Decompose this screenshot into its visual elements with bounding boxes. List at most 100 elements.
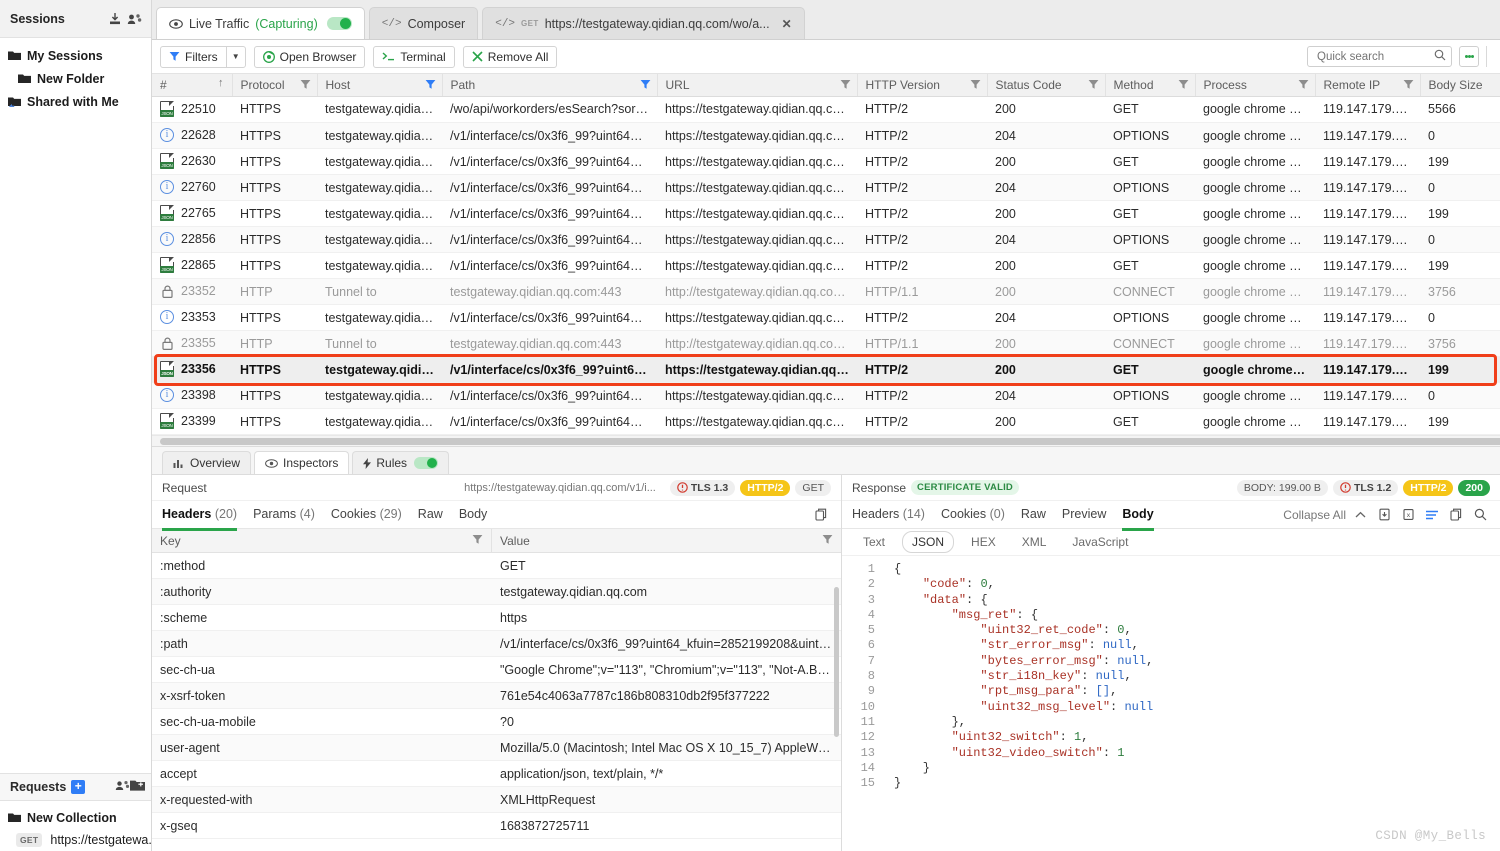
tab-request-url[interactable]: </> GET https://testgateway.qidian.qq.co… bbox=[482, 7, 805, 39]
filter-icon[interactable] bbox=[300, 79, 311, 93]
tab-composer[interactable]: </> Composer bbox=[368, 7, 479, 39]
filter-icon[interactable] bbox=[1403, 79, 1414, 93]
rules-toggle[interactable] bbox=[414, 457, 439, 469]
header-row[interactable]: accept application/json, text/plain, */* bbox=[152, 761, 841, 787]
horizontal-scrollbar[interactable] bbox=[152, 435, 1500, 446]
subtab-body[interactable]: Body bbox=[1122, 507, 1154, 531]
more-options-button[interactable] bbox=[1459, 46, 1479, 67]
col-protocol[interactable]: Protocol bbox=[232, 74, 318, 97]
col-process[interactable]: Process bbox=[1195, 74, 1316, 97]
table-row[interactable]: i 22856 HTTPS testgateway.qidian.q.../v1/in… bbox=[152, 226, 1500, 253]
col-host[interactable]: Host bbox=[317, 74, 443, 97]
import-icon[interactable] bbox=[106, 10, 123, 27]
col-path[interactable]: Path bbox=[442, 74, 658, 97]
format-json[interactable]: JSON bbox=[902, 531, 955, 553]
request-collection[interactable]: New Collection bbox=[0, 806, 151, 829]
subtab-cookies[interactable]: Cookies (29) bbox=[331, 507, 402, 523]
search-icon[interactable] bbox=[1470, 506, 1490, 524]
sidebar-item-new-folder[interactable]: New Folder bbox=[0, 67, 151, 90]
table-row[interactable]: i 23398 HTTPS testgateway.qidian.q.../v1/in… bbox=[152, 382, 1500, 409]
table-row[interactable]: i 22628 HTTPS testgateway.qidian.q.../v1/in… bbox=[152, 122, 1500, 149]
tab-overview[interactable]: Overview bbox=[162, 451, 252, 474]
search-input[interactable] bbox=[1315, 49, 1434, 64]
image-icon[interactable]: x bbox=[1398, 506, 1418, 524]
tab-rules[interactable]: Rules bbox=[352, 451, 450, 474]
new-folder-icon[interactable] bbox=[130, 779, 145, 795]
chevron-up-icon[interactable] bbox=[1350, 506, 1370, 524]
col-remote-ip[interactable]: Remote IP bbox=[1315, 74, 1421, 97]
header-row[interactable]: x-gseq 1683872725711 bbox=[152, 813, 841, 839]
filter-icon[interactable] bbox=[970, 79, 981, 93]
table-row[interactable]: i 22760 HTTPS testgateway.qidian.q.../v1/in… bbox=[152, 174, 1500, 201]
filter-icon[interactable] bbox=[472, 534, 483, 548]
tab-live-traffic[interactable]: Live Traffic (Capturing) bbox=[156, 7, 365, 39]
filters-button[interactable]: Filters ▼ bbox=[160, 45, 246, 68]
filter-icon[interactable] bbox=[822, 534, 833, 548]
subtab-raw[interactable]: Raw bbox=[1021, 507, 1046, 523]
table-row[interactable]: 23352 HTTP Tunnel to testgateway.qidian.qq.… bbox=[152, 278, 1500, 305]
subtab-body[interactable]: Body bbox=[459, 507, 488, 523]
col-method[interactable]: Method bbox=[1105, 74, 1196, 97]
header-row[interactable]: :path/v1/interface/cs/0x3f6_99?uint64_kf… bbox=[152, 631, 841, 657]
subtab-cookies[interactable]: Cookies (0) bbox=[941, 507, 1005, 523]
quick-search[interactable] bbox=[1307, 46, 1452, 67]
col-status-code[interactable]: Status Code bbox=[987, 74, 1106, 97]
header-row[interactable]: x-requested-with XMLHttpRequest bbox=[152, 787, 841, 813]
subtab-raw[interactable]: Raw bbox=[418, 507, 443, 523]
header-row[interactable]: :method GET bbox=[152, 553, 841, 579]
header-row[interactable]: sec-ch-ua "Google Chrome";v="113", "Chrom… bbox=[152, 657, 841, 683]
subtab-headers[interactable]: Headers (14) bbox=[852, 507, 925, 523]
col-num[interactable]: # ↑ bbox=[152, 74, 233, 97]
subtab-params[interactable]: Params (4) bbox=[253, 507, 315, 523]
save-icon[interactable] bbox=[1374, 506, 1394, 524]
collapse-all-button[interactable]: Collapse All bbox=[1283, 508, 1346, 522]
copy-icon[interactable] bbox=[1446, 506, 1466, 524]
table-row[interactable]: JSON 22865 HTTPS testgateway.qidian.q.../v1… bbox=[152, 252, 1500, 279]
sidebar-item-shared-with-me[interactable]: Shared with Me bbox=[0, 90, 151, 113]
manage-sessions-icon[interactable] bbox=[126, 10, 143, 27]
request-list-item[interactable]: GET https://testgatewa... bbox=[0, 829, 151, 851]
table-row[interactable]: i 23353 HTTPS testgateway.qidian.q.../v1/in… bbox=[152, 304, 1500, 331]
vertical-scrollbar[interactable] bbox=[834, 587, 839, 737]
subtab-headers[interactable]: Headers (20) bbox=[162, 507, 238, 531]
header-row[interactable]: x-xsrf-token 761e54c4063a7787c186b808310d… bbox=[152, 683, 841, 709]
table-row[interactable]: JSON 22630 HTTPS testgateway.qidian.q.../v1… bbox=[152, 148, 1500, 175]
sort-asc-icon[interactable]: ↑ bbox=[218, 77, 224, 89]
table-row[interactable]: JSON 23356 HTTPStestgateway.qidian.q.../v1… bbox=[152, 356, 1500, 383]
copy-icon[interactable] bbox=[811, 506, 831, 524]
tab-inspectors[interactable]: Inspectors bbox=[254, 451, 350, 474]
code-content[interactable]: { "code": 0, "data": { "msg_ret": { "uin… bbox=[882, 556, 1500, 851]
close-icon[interactable]: ✕ bbox=[782, 17, 792, 31]
col-url[interactable]: URL bbox=[657, 74, 858, 97]
filter-icon[interactable] bbox=[1088, 79, 1099, 93]
format-hex[interactable]: HEX bbox=[962, 532, 1005, 552]
filter-icon[interactable] bbox=[1298, 79, 1309, 93]
chevron-down-icon[interactable]: ▼ bbox=[225, 46, 245, 67]
filter-icon[interactable] bbox=[1178, 79, 1189, 93]
capture-toggle[interactable] bbox=[326, 17, 352, 30]
filter-icon[interactable] bbox=[840, 79, 851, 93]
format-text[interactable]: Text bbox=[854, 532, 894, 552]
add-request-button[interactable]: + bbox=[71, 780, 86, 794]
col-value[interactable]: Value bbox=[492, 529, 841, 552]
format-javascript[interactable]: JavaScript bbox=[1063, 532, 1137, 552]
search-icon[interactable] bbox=[1434, 49, 1446, 64]
wrap-icon[interactable] bbox=[1422, 506, 1442, 524]
terminal-button[interactable]: Terminal bbox=[373, 45, 455, 68]
table-row[interactable]: 23355 HTTP Tunnel to testgateway.qidian.qq.… bbox=[152, 330, 1500, 357]
filter-icon[interactable] bbox=[425, 79, 436, 93]
header-row[interactable]: :authority testgateway.qidian.qq.com bbox=[152, 579, 841, 605]
col-http-version[interactable]: HTTP Version bbox=[857, 74, 988, 97]
format-xml[interactable]: XML bbox=[1013, 532, 1056, 552]
share-requests-icon[interactable] bbox=[115, 779, 130, 795]
filter-icon[interactable] bbox=[640, 79, 651, 93]
col-body-size[interactable]: Body Size bbox=[1420, 74, 1500, 97]
remove-all-button[interactable]: Remove All bbox=[462, 45, 558, 68]
header-row[interactable]: :scheme https bbox=[152, 605, 841, 631]
sidebar-item-my-sessions[interactable]: My Sessions bbox=[0, 44, 151, 67]
table-row[interactable]: JSON 22510 HTTPS testgateway.qidian.q.../wo… bbox=[152, 96, 1500, 123]
open-browser-button[interactable]: Open Browser bbox=[253, 45, 366, 68]
subtab-preview[interactable]: Preview bbox=[1062, 507, 1106, 523]
table-row[interactable]: JSON 22765 HTTPS testgateway.qidian.q.../v1… bbox=[152, 200, 1500, 227]
header-row[interactable]: user-agent Mozilla/5.0 (Macintosh; Intel … bbox=[152, 735, 841, 761]
